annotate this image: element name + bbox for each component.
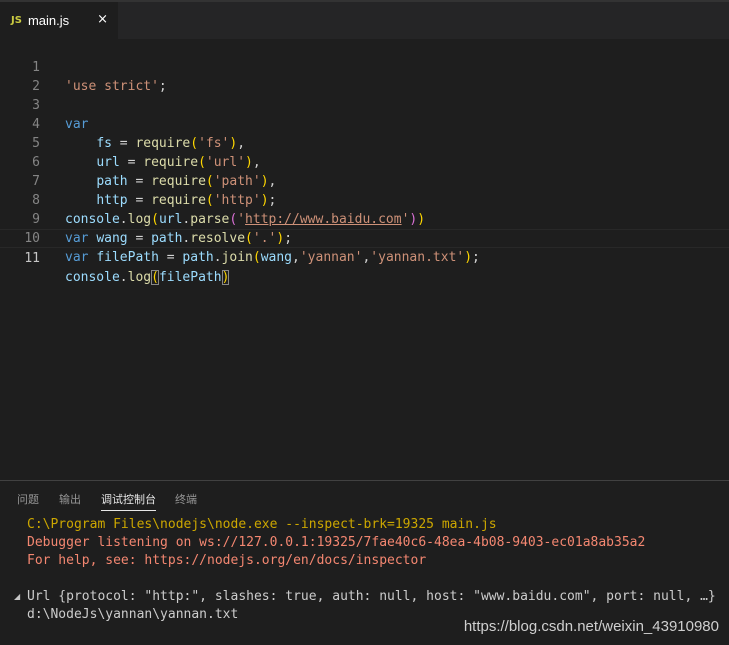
line-code: var filePath = path.join(wang,'yannan','… [65, 250, 480, 265]
tab-problems[interactable]: 问题 [17, 491, 39, 507]
code-line: 2 [0, 58, 729, 94]
tab-label: main.js [27, 13, 70, 28]
close-icon[interactable]: × [97, 12, 108, 27]
expand-triangle-icon[interactable]: ◢ [14, 592, 20, 601]
line-code: console.log(filePath) [65, 270, 230, 285]
code-line: 10 var filePath = path.join(wang,'yannan… [0, 210, 729, 265]
console-path-output: d:\NodeJs\yannan\yannan.txt [27, 607, 239, 622]
code-editor[interactable]: 1 'use strict'; 2 3 var 4 fs = require('… [0, 39, 729, 480]
line-number: 11 [24, 251, 40, 266]
code-line: 7 http = require('http'); [0, 153, 729, 208]
console-debugger-line: Debugger listening on ws://127.0.0.1:193… [27, 535, 646, 550]
bottom-panel: 问题 输出 调试控制台 终端 C:\Program Files\nodejs\n… [0, 480, 729, 645]
code-line: 8 console.log(url.parse('http://www.baid… [0, 172, 729, 227]
tab-debug-console[interactable]: 调试控制台 [101, 491, 156, 511]
tab-main-js[interactable]: JS main.js × [0, 2, 118, 39]
code-line: 9 var wang = path.resolve('.'); [0, 191, 729, 246]
editor-tab-bar: JS main.js × [0, 0, 729, 39]
code-line: 6 path = require('path'), [0, 134, 729, 189]
code-line: 3 var [0, 77, 729, 132]
console-url-object[interactable]: Url {protocol: "http:", slashes: true, a… [27, 588, 716, 606]
panel-tab-bar: 问题 输出 调试控制台 终端 [0, 491, 729, 511]
javascript-file-icon: JS [11, 15, 22, 26]
console-help-line: For help, see: https://nodejs.org/en/doc… [27, 553, 427, 568]
watermark: https://blog.csdn.net/weixin_43910980 [463, 618, 719, 635]
tab-output[interactable]: 输出 [59, 491, 81, 507]
console-command-line: C:\Program Files\nodejs\node.exe --inspe… [27, 517, 497, 532]
tab-terminal[interactable]: 终端 [175, 491, 197, 507]
code-line-active: 11 console.log(filePath) [0, 229, 729, 285]
code-line: 1 'use strict'; [0, 39, 729, 94]
code-line: 4 fs = require('fs'), [0, 96, 729, 151]
code-line: 5 url = require('url'), [0, 115, 729, 170]
